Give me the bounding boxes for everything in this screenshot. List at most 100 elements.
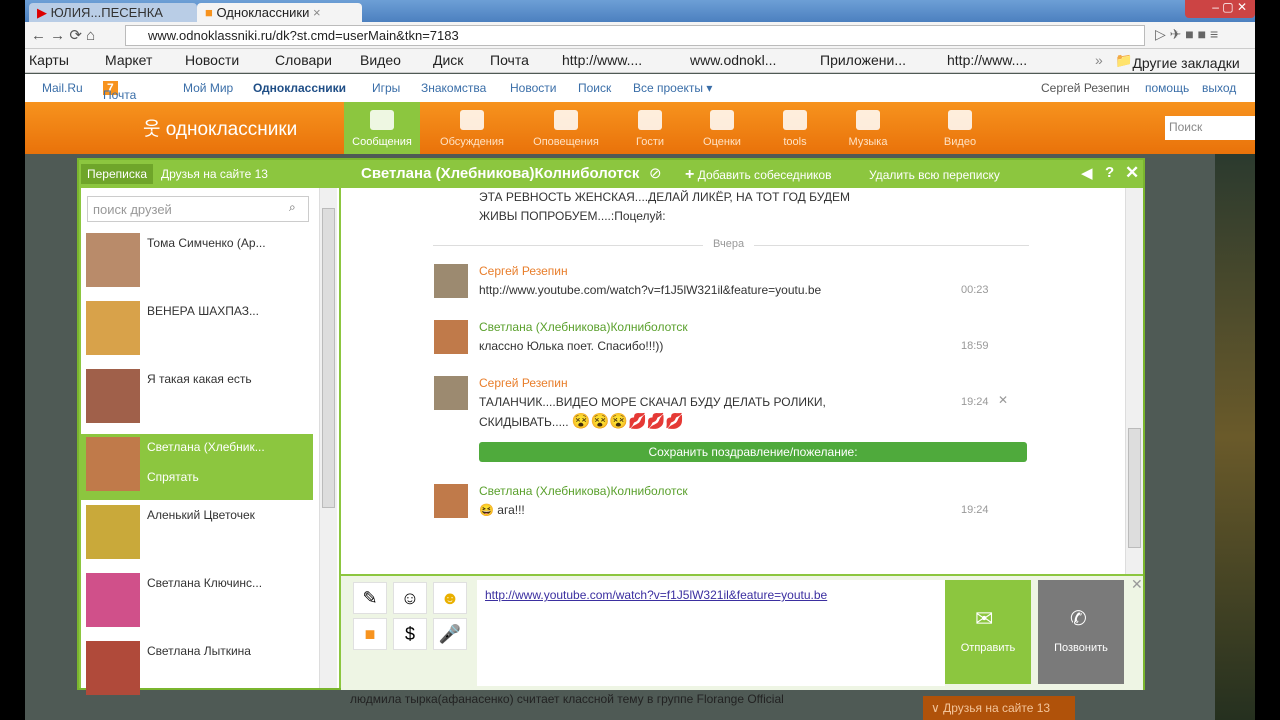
background-photo	[1215, 154, 1255, 720]
call-button[interactable]: ✆ Позвонить	[1038, 580, 1124, 684]
bookmark[interactable]: http://www....	[562, 52, 642, 68]
block-icon[interactable]: ⊘	[649, 164, 662, 182]
link[interactable]: Все проекты ▾	[633, 81, 712, 95]
logo[interactable]: 웃 одноклассники	[143, 114, 297, 141]
link[interactable]: Знакомства	[421, 81, 486, 95]
mailru-bar: Mail.Ru Почта 7 Мой Мир Одноклассники Иг…	[25, 74, 1255, 102]
envelope-icon: ✉	[975, 606, 994, 631]
other-bookmarks[interactable]: 📁 Другие закладки	[1115, 52, 1240, 71]
more-bookmarks[interactable]: »	[1095, 52, 1103, 68]
message-list: ЭТА РЕВНОСТЬ ЖЕНСКАЯ....ДЕЛАЙ ЛИКЁР, НА …	[341, 188, 1143, 574]
friend-item[interactable]: ВЕНЕРА ШАХПАЗ...	[81, 298, 317, 364]
message-input[interactable]: http://www.youtube.com/watch?v=f1J5lW321…	[477, 580, 945, 686]
smiley-icon: 😆	[479, 503, 494, 517]
nav-ratings[interactable]: Оценки	[684, 102, 760, 154]
save-greeting-button[interactable]: Сохранить поздравление/пожелание:	[479, 442, 1027, 462]
window-controls[interactable]: – ▢ ✕	[1185, 0, 1255, 18]
friends-panel: поиск друзей ⌕ Тома Симченко (Ар... ВЕНЕ…	[81, 188, 339, 695]
link[interactable]: Игры	[372, 81, 400, 95]
search-icon[interactable]: ⌕	[289, 200, 296, 215]
delete-conversation-button[interactable]: Удалить всю переписку	[869, 168, 1000, 182]
close-compose-icon[interactable]: ✕	[1131, 576, 1143, 593]
friend-item-active[interactable]: Светлана (Хлебник... Спрятать	[81, 434, 313, 500]
link[interactable]: Почта 7	[103, 81, 136, 102]
hide-link: Спрятать	[147, 470, 199, 484]
chat-window: Переписка Друзья на сайте 13 Светлана (Х…	[77, 158, 1145, 695]
avatar	[86, 437, 140, 491]
compose-area: ✎ ☺ ☻ ■ $ 🎤 http://www.youtube.com/watch…	[341, 576, 1143, 690]
avatar	[86, 233, 140, 287]
user-name[interactable]: Сергей Резепин	[1041, 81, 1130, 95]
link[interactable]: Поиск	[578, 81, 611, 95]
add-participants-button[interactable]: + Добавить собеседников	[685, 166, 831, 184]
ok-logo-icon: 웃	[143, 119, 161, 140]
friend-item[interactable]: Аленький Цветочек	[81, 502, 317, 568]
tab-bar: ▶ ЮЛИЯ...ПЕСЕНКА ■ Одноклассники × – ▢ ✕	[25, 0, 1255, 22]
bookmark[interactable]: Почта	[490, 52, 529, 68]
site-search-input[interactable]: Поиск	[1165, 116, 1255, 140]
smiley-icon[interactable]: ☻	[433, 582, 467, 614]
bookmark[interactable]: Маркет	[105, 52, 152, 68]
close-icon[interactable]: ✕	[1125, 163, 1139, 183]
phone-icon: ✆	[1070, 608, 1087, 630]
bookmark[interactable]: Словари	[275, 52, 332, 68]
tab-youtube[interactable]: ▶ ЮЛИЯ...ПЕСЕНКА	[29, 3, 197, 22]
bookmark[interactable]: http://www....	[947, 52, 1027, 68]
nav-notifications[interactable]: Оповещения	[528, 102, 604, 154]
avatar	[434, 320, 468, 354]
extension-icons[interactable]: ▷ ✈ ■ ■ ≡	[1155, 26, 1218, 43]
friends-online-button[interactable]: ∨ Друзья на сайте 13	[923, 696, 1075, 720]
url-input[interactable]: www.odnoklassniki.ru/dk?st.cmd=userMain&…	[125, 25, 1145, 46]
date-divider: Вчера	[703, 238, 755, 250]
smiley-icons: 😵😵😵💋💋💋	[571, 413, 684, 430]
messages-scrollbar[interactable]	[1125, 188, 1143, 574]
friend-item[interactable]: Светлана Ключинс...	[81, 570, 317, 636]
avatar	[434, 484, 468, 518]
link[interactable]: Mail.Ru	[42, 81, 83, 95]
sticker-icon[interactable]: ☺	[393, 582, 427, 614]
nav-music[interactable]: Музыка	[830, 102, 906, 154]
tab-odnoklassniki[interactable]: ■ Одноклассники ×	[197, 3, 362, 22]
friends-scrollbar[interactable]	[319, 188, 337, 688]
logout-link[interactable]: выход	[1202, 81, 1236, 95]
pencil-icon[interactable]: ✎	[353, 582, 387, 614]
bookmark[interactable]: Карты	[29, 52, 69, 68]
tab-friends-online[interactable]: Друзья на сайте 13	[161, 167, 268, 181]
bookmark[interactable]: Новости	[185, 52, 239, 68]
avatar	[86, 641, 140, 695]
ok-gift-icon[interactable]: ■	[353, 618, 387, 650]
nav-tools[interactable]: tools	[757, 102, 833, 154]
avatar	[434, 376, 468, 410]
bookmark[interactable]: Приложени...	[820, 52, 906, 68]
link[interactable]: Одноклассники	[253, 81, 346, 95]
chat-title: Светлана (Хлебникова)Колниболотск	[361, 165, 640, 182]
site-header: 웃 одноклассники Сообщения Обсуждения Опо…	[25, 102, 1255, 154]
previous-message: ЭТА РЕВНОСТЬ ЖЕНСКАЯ....ДЕЛАЙ ЛИКЁР, НА …	[479, 190, 850, 223]
friend-item[interactable]: Я такая какая есть	[81, 366, 317, 432]
avatar	[86, 573, 140, 627]
send-button[interactable]: ✉ Отправить	[945, 580, 1031, 684]
link[interactable]: Новости	[510, 81, 556, 95]
avatar	[434, 264, 468, 298]
bookmark[interactable]: Диск	[433, 52, 463, 68]
friend-item[interactable]: Светлана Лыткина	[81, 638, 317, 704]
sound-icon[interactable]: ◀	[1081, 164, 1093, 182]
nav-discussions[interactable]: Обсуждения	[434, 102, 510, 154]
help-link[interactable]: помощь	[1145, 81, 1189, 95]
nav-guests[interactable]: Гости	[612, 102, 688, 154]
bookmark[interactable]: www.odnokl...	[690, 52, 776, 68]
avatar	[86, 505, 140, 559]
back-icon[interactable]: ← → ⟳ ⌂	[31, 26, 95, 44]
link[interactable]: Мой Мир	[183, 81, 233, 95]
nav-video[interactable]: Видео	[922, 102, 998, 154]
bookmark[interactable]: Видео	[360, 52, 401, 68]
delete-message-icon[interactable]: ✕	[998, 393, 1008, 407]
friend-item[interactable]: Тома Симченко (Ар...	[81, 230, 317, 296]
friend-search-input[interactable]: поиск друзей	[87, 196, 309, 222]
tab-correspondence[interactable]: Переписка	[81, 164, 154, 184]
avatar	[86, 301, 140, 355]
nav-messages[interactable]: Сообщения	[344, 102, 420, 154]
microphone-icon[interactable]: 🎤	[433, 618, 467, 650]
payment-icon[interactable]: $	[393, 618, 427, 650]
help-icon[interactable]: ?	[1105, 164, 1114, 181]
